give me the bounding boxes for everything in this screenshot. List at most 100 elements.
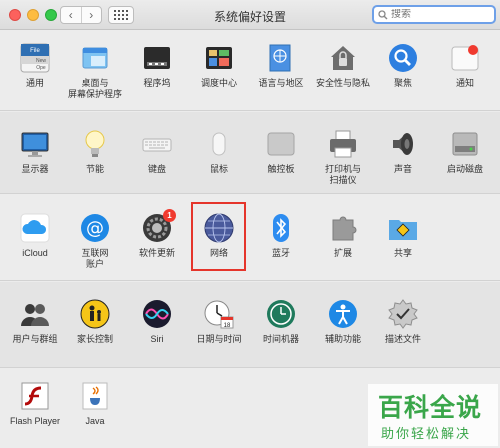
clock-icon: 18 xyxy=(203,298,235,330)
pref-software-update[interactable]: 1 软件更新 xyxy=(126,209,188,259)
pref-time-machine[interactable]: 时间机器 xyxy=(250,298,312,345)
zoom-button[interactable] xyxy=(45,9,57,21)
pref-energy-saver[interactable]: 节能 xyxy=(64,128,126,175)
window-title: 系统偏好设置 xyxy=(213,10,286,24)
pref-mission-control[interactable]: 调度中心 xyxy=(188,42,250,89)
forward-button[interactable]: › xyxy=(80,7,102,23)
pref-notifications[interactable]: 通知 xyxy=(434,42,496,89)
pref-label: Flash Player xyxy=(9,416,61,426)
pref-label: 声音 xyxy=(393,164,412,174)
pref-label: 共享 xyxy=(393,248,412,258)
checkmark-badge-icon xyxy=(387,298,419,330)
pref-label: 鼠标 xyxy=(209,164,228,174)
house-lock-icon xyxy=(327,42,359,74)
pref-startup-disk[interactable]: 启动磁盘 xyxy=(434,128,496,175)
network-highlight-box xyxy=(191,202,246,271)
pref-label: 通知 xyxy=(455,78,474,88)
pref-label: 程序坞 xyxy=(143,78,171,88)
pref-label: 用户与群组 xyxy=(12,334,58,344)
pref-label: 蓝牙 xyxy=(271,248,290,258)
pref-sharing[interactable]: 共享 xyxy=(372,212,434,259)
pref-label: 辅助功能 xyxy=(324,334,361,344)
pref-label: 扩展 xyxy=(333,248,352,258)
pref-dock[interactable]: 程序坞 xyxy=(126,42,188,89)
at-sign-icon: @ xyxy=(79,212,111,244)
pref-language-region[interactable]: 语言与地区 xyxy=(250,42,312,89)
pref-label: Siri xyxy=(150,334,164,344)
gear-icon: 1 xyxy=(141,209,176,244)
general-icon: File New Ope xyxy=(19,42,51,74)
pref-java[interactable]: Java xyxy=(64,380,126,427)
pref-general[interactable]: File New Ope 通用 xyxy=(4,42,66,89)
pref-displays[interactable]: 显示器 xyxy=(4,128,66,175)
trackpad-icon xyxy=(265,128,297,160)
pref-label: 节能 xyxy=(85,164,104,174)
svg-text:File: File xyxy=(30,48,40,54)
pref-label: 通用 xyxy=(25,78,44,88)
back-forward-group: ‹ › xyxy=(60,6,102,24)
parental-icon xyxy=(79,298,111,330)
pref-desktop-screensaver[interactable]: 桌面与 屏幕保护程序 xyxy=(64,42,126,100)
accessibility-icon xyxy=(327,298,359,330)
svg-text:@: @ xyxy=(86,218,104,239)
pref-label: 家长控制 xyxy=(76,334,113,344)
pref-label: 聚焦 xyxy=(393,78,412,88)
close-button[interactable] xyxy=(9,9,21,21)
pref-label: 日期与时间 xyxy=(196,334,242,344)
pref-icloud[interactable]: iCloud xyxy=(4,212,66,259)
speaker-icon xyxy=(387,128,419,160)
update-badge: 1 xyxy=(163,209,176,222)
minimize-button[interactable] xyxy=(27,9,39,21)
watermark: 百科全说 助你轻松解决 xyxy=(368,384,498,446)
display-icon xyxy=(19,128,51,160)
pref-label: 显示器 xyxy=(21,164,49,174)
pref-date-time[interactable]: 18 日期与时间 xyxy=(188,298,250,345)
pref-flash-player[interactable]: Flash Player xyxy=(4,380,66,427)
folder-sign-icon xyxy=(387,212,419,244)
pref-label: 桌面与 屏幕保护程序 xyxy=(67,78,122,99)
cloud-icon xyxy=(19,212,51,244)
watermark-subtitle: 助你轻松解决 xyxy=(381,426,472,441)
pref-users-groups[interactable]: 用户与群组 xyxy=(4,298,66,345)
pref-label: 描述文件 xyxy=(384,334,421,344)
search-icon xyxy=(378,9,388,19)
svg-text:New: New xyxy=(36,58,46,64)
show-all-button[interactable] xyxy=(108,6,134,24)
pref-security-privacy[interactable]: 安全性与隐私 xyxy=(312,42,374,89)
desktop-icon xyxy=(79,42,111,74)
pref-bluetooth[interactable]: 蓝牙 xyxy=(250,212,312,259)
java-cup-icon xyxy=(79,380,111,412)
pref-siri[interactable]: Siri xyxy=(126,298,188,345)
siri-icon xyxy=(141,298,173,330)
pref-keyboard[interactable]: 键盘 xyxy=(126,128,188,175)
pref-label: 启动磁盘 xyxy=(446,164,483,174)
back-button[interactable]: ‹ xyxy=(61,7,81,23)
pref-label: 软件更新 xyxy=(138,248,175,258)
pref-label: 键盘 xyxy=(147,164,166,174)
disk-icon xyxy=(449,128,481,160)
pref-accessibility[interactable]: 辅助功能 xyxy=(312,298,374,345)
flash-icon xyxy=(19,380,51,412)
calendar-date-text: 18 xyxy=(224,323,231,329)
lightbulb-icon xyxy=(79,128,111,160)
dock-icon xyxy=(141,42,173,74)
pref-label: 时间机器 xyxy=(262,334,299,344)
pref-printers-scanners[interactable]: 打印机与 扫描仪 xyxy=(312,128,374,186)
notification-icon xyxy=(449,42,481,74)
pref-spotlight[interactable]: 聚焦 xyxy=(372,42,434,89)
pref-extensions[interactable]: 扩展 xyxy=(312,212,374,259)
flag-icon xyxy=(265,42,297,74)
pref-profiles[interactable]: 描述文件 xyxy=(372,298,434,345)
pref-internet-accounts[interactable]: @ 互联网 账户 xyxy=(64,212,126,270)
title-bar: ‹ › 系统偏好设置 xyxy=(0,0,500,30)
pref-parental-controls[interactable]: 家长控制 xyxy=(64,298,126,345)
search-input[interactable] xyxy=(391,9,491,20)
search-field[interactable] xyxy=(372,5,496,24)
pref-sound[interactable]: 声音 xyxy=(372,128,434,175)
pref-trackpad[interactable]: 触控板 xyxy=(250,128,312,175)
mouse-icon xyxy=(203,128,235,160)
pref-mouse[interactable]: 鼠标 xyxy=(188,128,250,175)
puzzle-icon xyxy=(327,212,359,244)
pref-label: 调度中心 xyxy=(200,78,237,88)
mission-control-icon xyxy=(203,42,235,74)
